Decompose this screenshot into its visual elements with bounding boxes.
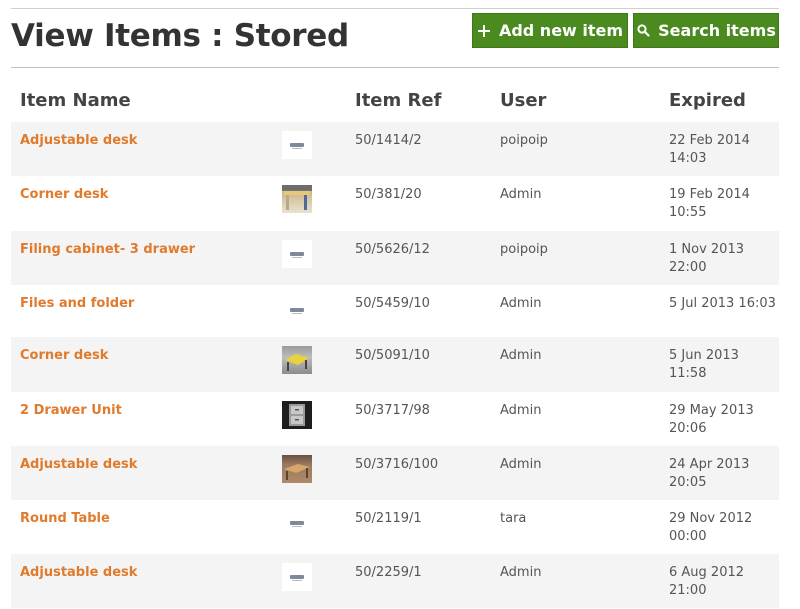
table-header: Item Name Item Ref User Expired <box>11 80 779 122</box>
item-user: Admin <box>500 348 542 363</box>
item-user: Admin <box>500 296 542 311</box>
search-icon <box>636 24 650 38</box>
item-user: poipoip <box>500 242 548 257</box>
item-user: Admin <box>500 187 542 202</box>
item-name-link[interactable]: Adjustable desk <box>20 456 137 474</box>
item-expired: 29 Nov 2012 00:00 <box>669 511 753 544</box>
items-table: Item Name Item Ref User Expired Adjustab… <box>11 80 779 608</box>
item-name-link[interactable]: 2 Drawer Unit <box>20 402 122 420</box>
item-ref: 50/2259/1 <box>355 565 422 580</box>
header-divider <box>11 67 779 68</box>
item-ref: 50/381/20 <box>355 187 422 202</box>
plus-icon <box>477 24 491 38</box>
item-user: tara <box>500 511 527 526</box>
table-row[interactable]: 2 Drawer Unit 50/3717/98 Admin 29 May 20… <box>11 392 779 446</box>
add-new-item-label: Add new item <box>498 21 624 40</box>
item-thumbnail-logo[interactable] <box>282 509 312 537</box>
item-expired: 29 May 2013 20:06 <box>669 403 754 436</box>
item-thumbnail-logo[interactable] <box>282 131 312 159</box>
item-name-link[interactable]: Corner desk <box>20 186 108 204</box>
item-ref: 50/5459/10 <box>355 296 430 311</box>
column-header-item-ref[interactable]: Item Ref <box>355 90 441 111</box>
table-row[interactable]: Adjustable desk 50/3716/100 Admin 24 Apr… <box>11 446 779 500</box>
table-row[interactable]: Files and folder 50/5459/10 Admin 5 Jul … <box>11 285 779 337</box>
item-ref: 50/5091/10 <box>355 348 430 363</box>
item-expired: 24 Apr 2013 20:05 <box>669 457 750 490</box>
item-expired: 1 Nov 2013 22:00 <box>669 242 744 275</box>
table-row[interactable]: Corner desk 50/381/20 Admin 19 Feb 2014 … <box>11 176 779 231</box>
item-thumbnail-photo[interactable] <box>282 401 312 429</box>
table-row[interactable]: Filing cabinet- 3 drawer 50/5626/12 poip… <box>11 231 779 285</box>
table-row[interactable]: Adjustable desk 50/2259/1 Admin 6 Aug 20… <box>11 554 779 608</box>
item-name-link[interactable]: Adjustable desk <box>20 132 137 150</box>
item-expired: 22 Feb 2014 14:03 <box>669 133 750 166</box>
column-header-user[interactable]: User <box>500 90 546 111</box>
add-new-item-button[interactable]: Add new item <box>472 13 628 48</box>
item-user: Admin <box>500 457 542 472</box>
item-ref: 50/5626/12 <box>355 242 430 257</box>
column-header-expired[interactable]: Expired <box>669 90 746 111</box>
item-name-link[interactable]: Adjustable desk <box>20 564 137 582</box>
table-row[interactable]: Corner desk 50/5091/10 Admin 5 Jun 2013 … <box>11 337 779 392</box>
item-ref: 50/1414/2 <box>355 133 422 148</box>
item-user: Admin <box>500 565 542 580</box>
item-thumbnail-photo[interactable] <box>282 346 312 374</box>
table-row[interactable]: Adjustable desk 50/1414/2 poipoip 22 Feb… <box>11 122 779 176</box>
item-thumbnail-photo[interactable] <box>282 455 312 483</box>
page-title: View Items : Stored <box>11 18 349 54</box>
item-thumbnail-logo[interactable] <box>282 296 312 324</box>
item-ref: 50/3717/98 <box>355 403 430 418</box>
search-items-button[interactable]: Search items <box>633 13 779 48</box>
search-items-label: Search items <box>658 21 776 40</box>
item-ref: 50/3716/100 <box>355 457 439 472</box>
item-thumbnail-logo[interactable] <box>282 240 312 268</box>
item-ref: 50/2119/1 <box>355 511 422 526</box>
item-name-link[interactable]: Corner desk <box>20 347 108 365</box>
item-thumbnail-photo[interactable] <box>282 185 312 213</box>
item-expired: 19 Feb 2014 10:55 <box>669 187 750 220</box>
item-name-link[interactable]: Filing cabinet- 3 drawer <box>20 241 195 259</box>
item-user: Admin <box>500 403 542 418</box>
item-name-link[interactable]: Round Table <box>20 510 110 528</box>
item-name-link[interactable]: Files and folder <box>20 295 134 313</box>
item-thumbnail-logo[interactable] <box>282 563 312 591</box>
item-expired: 6 Aug 2012 21:00 <box>669 565 745 598</box>
table-row[interactable]: Round Table 50/2119/1 tara 29 Nov 2012 0… <box>11 500 779 554</box>
top-divider <box>11 8 779 9</box>
column-header-item-name[interactable]: Item Name <box>20 90 131 111</box>
item-expired: 5 Jul 2013 16:03 <box>669 296 776 311</box>
item-expired: 5 Jun 2013 11:58 <box>669 348 739 381</box>
item-user: poipoip <box>500 133 548 148</box>
